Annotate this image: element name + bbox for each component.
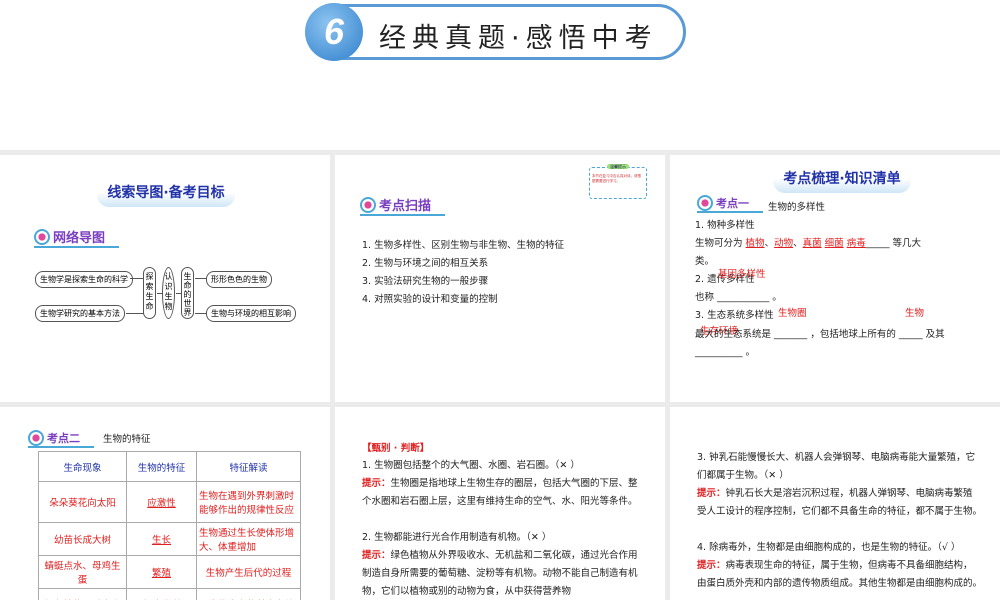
hint: 提示：病毒表现生命的特征，属于生物，但病毒不具备细胞结构，由蛋白质外壳和内部的遗… — [697, 560, 983, 589]
list-item: 2. 生物与环境之间的相互关系 — [362, 258, 489, 269]
answer: 生物圈 — [778, 308, 807, 319]
list-item: 4. 对照实验的设计和变量的控制 — [362, 294, 498, 305]
bullet-icon — [697, 195, 713, 211]
banner-title: 经典真题·感悟中考 — [379, 23, 658, 54]
map-node: 生命的世界 — [181, 267, 194, 319]
section-badge: 网络导图 — [34, 227, 120, 248]
question: 2. 生物都能进行光合作用制造有机物。（✕ ） — [362, 532, 552, 543]
section-heading: 【甄别 · 判断】 — [362, 443, 430, 454]
text-line: 生物可分为 植物、动物、真菌 细菌 病毒_____ 等几大 — [695, 238, 922, 249]
slide-knowledge[interactable]: 考点梳理·知识清单 考点一 生物的多样性 1. 物种多样性 生物可分为 植物、动… — [670, 155, 1000, 402]
section-badge: 考点二 — [28, 430, 94, 448]
question: 4. 除病毒外，生物都是由细胞构成的，也是生物的特征。（√ ） — [697, 542, 961, 553]
bullet-icon — [34, 228, 50, 245]
hint: 提示：绿色植物从外界吸收水、无机盐和二氧化碳，通过光合作用制造自身所需要的葡萄糖… — [362, 550, 638, 597]
map-node: 生物学研究的基本方法 — [35, 305, 125, 322]
table-row: 幼苗长成大树 生长 生物通过生长使体形增大、体重增加 — [38, 522, 301, 556]
question: 3. 钟乳石能慢慢长大、机器人会弹钢琴、电脑病毒能大量繁殖，它们都属于生物。（✕… — [697, 452, 976, 481]
note-title: 温馨提示 — [607, 164, 629, 169]
note-text: 本节在复习中应认真对待，请根据需要进行学习。 — [592, 174, 641, 183]
map-node: 探索生命 — [143, 267, 156, 319]
topic: 生物的特征 — [103, 434, 151, 445]
badge-label: 考点二 — [47, 432, 80, 445]
slide-judge-1[interactable]: 【甄别 · 判断】 1. 生物圈包括整个的大气圈、水圈、岩石圈。（✕ ） 提示：… — [335, 407, 665, 600]
answer: 基因多样性 — [718, 269, 766, 280]
table-header: 生命现象 生物的特征 特征解读 — [38, 451, 301, 482]
section-banner: 6 经典真题·感悟中考 — [305, 3, 686, 61]
answer: 生物 — [905, 308, 925, 319]
badge-label: 网络导图 — [53, 231, 106, 246]
text-line: 最大的生态系统是 _______ ，包括地球上所有的 _____ 及其 — [695, 329, 945, 340]
table-row: 蜻蜓点水、母鸡生蛋 繁殖 生物产生后代的过程 — [38, 555, 301, 589]
badge-label: 考点一 — [716, 197, 749, 210]
bullet-icon — [28, 430, 44, 446]
text-line: 1. 物种多样性 — [695, 220, 755, 231]
hint: 提示：生物圈是指地球上生物生存的圈层，包括大气圈的下层、整个水圈和岩石圈上层，这… — [362, 478, 638, 507]
slide-scan[interactable]: 温馨提示本节在复习中应认真对待，请根据需要进行学习。 考点扫描 1. 生物多样性… — [335, 155, 665, 402]
section-badge: 考点扫描 — [360, 195, 446, 216]
text-line: __________ 。 — [695, 347, 756, 358]
slide-title: 线索导图·备考目标 — [97, 183, 235, 207]
tip-note: 温馨提示本节在复习中应认真对待，请根据需要进行学习。 — [589, 164, 647, 199]
topic: 生物的多样性 — [768, 202, 826, 213]
table-row: 绿色植物通过光合新陈代谢是生物生存的基本条件, — [38, 588, 301, 600]
list-item: 1. 生物多样性、区别生物与非生物、生物的特征 — [362, 240, 565, 251]
hint: 提示：钟乳石长大是溶岩沉积过程，机器人弹钢琴、电脑病毒繁殖受人工设计的程序控制，… — [697, 488, 983, 517]
question: 1. 生物圈包括整个的大气圈、水圈、岩石圈。（✕ ） — [362, 460, 580, 471]
map-node: 形形色色的生物 — [206, 271, 272, 288]
features-table: 生命现象 生物的特征 特征解读 朵朵葵花向太阳 应激性 生物在遇到外界刺激时能够作出的规… — [38, 451, 301, 600]
slide-features[interactable]: 考点二 生物的特征 生命现象 生物的特征 特征解读 朵朵葵花向太阳 应激性 生物在遇到外… — [0, 407, 330, 600]
bullet-icon — [360, 196, 376, 213]
map-node: 生物与环境的相互影响 — [206, 305, 296, 322]
section-badge: 考点一 — [697, 195, 763, 213]
map-node: 生物学是探索生命的科学 — [35, 271, 133, 288]
slide-judge-2[interactable]: 3. 钟乳石能慢慢长大、机器人会弹钢琴、电脑病毒能大量繁殖，它们都属于生物。（✕… — [670, 407, 1000, 600]
list-item: 3. 实验法研究生物的一般步骤 — [362, 276, 489, 287]
section-number: 6 — [305, 3, 363, 61]
text-line: 也称 ___________ 。 — [695, 292, 782, 303]
map-node: 认识生物 — [162, 267, 175, 319]
slide-mind-map[interactable]: 线索导图·备考目标 网络导图 生物学是探索生命的科学 生物学研究的基本方法 探索… — [0, 155, 330, 402]
table-row: 朵朵葵花向太阳 应激性 生物在遇到外界刺激时能够作出的规律性反应 — [38, 481, 301, 523]
badge-label: 考点扫描 — [379, 199, 432, 214]
text-line: 类。 — [695, 256, 715, 267]
slide-title: 考点梳理·知识清单 — [773, 169, 911, 193]
